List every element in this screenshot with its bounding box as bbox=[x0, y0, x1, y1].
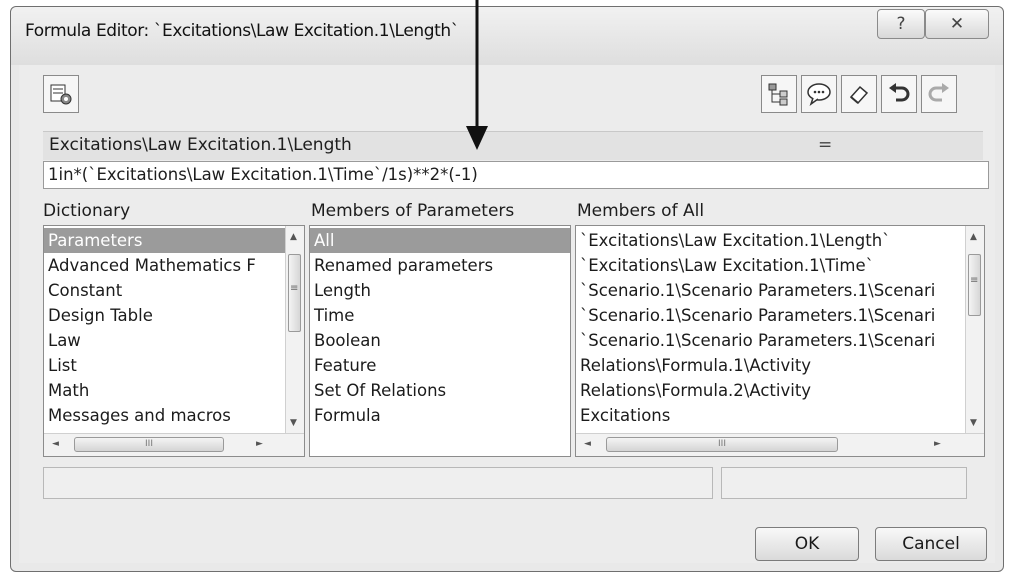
help-button[interactable]: ? bbox=[877, 9, 925, 39]
list-item[interactable]: Constant bbox=[44, 278, 286, 303]
ok-button[interactable]: OK bbox=[755, 527, 859, 561]
list-item[interactable]: Renamed parameters bbox=[310, 253, 570, 278]
scroll-thumb[interactable]: ≡ bbox=[288, 254, 301, 332]
speech-icon bbox=[807, 83, 831, 106]
members-of-all-label: Members of All bbox=[577, 201, 705, 221]
parameter-name-field: Excitations\Law Excitation.1\Length = bbox=[43, 131, 983, 160]
members-of-all-list[interactable]: `Excitations\Law Excitation.1\Length` `E… bbox=[575, 225, 985, 457]
scroll-up-arrow[interactable]: ▲ bbox=[290, 232, 297, 242]
grip-icon: ≡ bbox=[970, 275, 979, 286]
list-item[interactable]: Parameters bbox=[44, 228, 286, 253]
list-item[interactable]: Feature bbox=[310, 353, 570, 378]
list-item[interactable]: Set Of Relations bbox=[310, 378, 570, 403]
list-item[interactable]: List bbox=[44, 353, 286, 378]
list-item[interactable]: Formula bbox=[310, 403, 570, 428]
list-item[interactable]: Messages and macros bbox=[44, 403, 286, 428]
members-of-all-horizontal-scrollbar[interactable]: ◄ III ► bbox=[576, 433, 984, 456]
list-item[interactable]: Time bbox=[310, 303, 570, 328]
list-item[interactable]: Design Table bbox=[44, 303, 286, 328]
formula-editor-window: Formula Editor: `Excitations\Law Excitat… bbox=[10, 6, 1004, 572]
list-item[interactable]: `Scenario.1\Scenario Parameters.1\Scenar… bbox=[576, 278, 966, 303]
scroll-right-arrow[interactable]: ► bbox=[256, 439, 263, 449]
dictionary-label: Dictionary bbox=[43, 201, 131, 221]
members-of-parameters-list[interactable]: All Renamed parameters Length Time Boole… bbox=[309, 225, 571, 457]
list-item[interactable]: Math bbox=[44, 378, 286, 403]
redo-button[interactable] bbox=[921, 75, 957, 113]
status-field-right bbox=[721, 467, 967, 499]
list-item[interactable]: Law bbox=[44, 328, 286, 353]
list-item[interactable]: Relations\Formula.1\Activity bbox=[576, 353, 966, 378]
list-item[interactable]: All bbox=[310, 228, 570, 253]
formula-input[interactable]: 1in*(`Excitations\Law Excitation.1\Time`… bbox=[43, 161, 989, 189]
dictionary-vertical-scrollbar[interactable]: ▲ ≡ ▼ bbox=[285, 226, 304, 434]
dialog-client: Excitations\Law Excitation.1\Length = 1i… bbox=[19, 65, 995, 563]
status-field-left bbox=[43, 467, 713, 499]
scroll-thumb[interactable]: III bbox=[606, 437, 838, 452]
list-item[interactable]: Boolean bbox=[310, 328, 570, 353]
list-item[interactable]: Excitations bbox=[576, 403, 966, 428]
scroll-up-arrow[interactable]: ▲ bbox=[970, 232, 977, 242]
tree-button[interactable] bbox=[761, 75, 797, 113]
scroll-thumb[interactable]: ≡ bbox=[968, 254, 981, 316]
dictionary-list[interactable]: Parameters Advanced Mathematics F Consta… bbox=[43, 225, 305, 457]
list-item[interactable]: `Scenario.1\Scenario Parameters.1\Scenar… bbox=[576, 303, 966, 328]
cancel-button[interactable]: Cancel bbox=[875, 527, 987, 561]
undo-icon bbox=[889, 83, 910, 102]
dictionary-horizontal-scrollbar[interactable]: ◄ III ► bbox=[44, 433, 304, 456]
parameter-name: Excitations\Law Excitation.1\Length bbox=[49, 135, 352, 155]
list-item[interactable]: `Scenario.1\Scenario Parameters.1\Scenar… bbox=[576, 328, 966, 353]
comment-button[interactable] bbox=[801, 75, 837, 113]
scroll-down-arrow[interactable]: ▼ bbox=[290, 418, 297, 428]
scroll-thumb[interactable]: III bbox=[74, 437, 224, 452]
title-bar[interactable]: Formula Editor: `Excitations\Law Excitat… bbox=[11, 7, 1003, 65]
list-item[interactable]: Advanced Mathematics F bbox=[44, 253, 286, 278]
list-item[interactable]: Length bbox=[310, 278, 570, 303]
eraser-icon bbox=[849, 85, 869, 105]
annotation-arrow bbox=[466, 0, 488, 150]
close-button[interactable]: ✕ bbox=[925, 9, 989, 39]
scroll-down-arrow[interactable]: ▼ bbox=[970, 418, 977, 428]
tree-icon bbox=[768, 83, 788, 106]
undo-button[interactable] bbox=[881, 75, 917, 113]
equals-sign: = bbox=[818, 135, 833, 155]
list-item[interactable]: Relations\Formula.2\Activity bbox=[576, 378, 966, 403]
list-item[interactable]: `Excitations\Law Excitation.1\Length` bbox=[576, 228, 966, 253]
grip-icon: ≡ bbox=[290, 283, 299, 294]
scroll-left-arrow[interactable]: ◄ bbox=[584, 439, 591, 449]
erase-button[interactable] bbox=[841, 75, 877, 113]
list-item[interactable]: `Excitations\Law Excitation.1\Time` bbox=[576, 253, 966, 278]
members-of-parameters-label: Members of Parameters bbox=[311, 201, 515, 221]
formula-tool-button[interactable] bbox=[43, 75, 79, 113]
scroll-right-arrow[interactable]: ► bbox=[934, 439, 941, 449]
window-title: Formula Editor: `Excitations\Law Excitat… bbox=[25, 21, 459, 41]
formula-tool-icon bbox=[50, 84, 72, 105]
scroll-left-arrow[interactable]: ◄ bbox=[52, 439, 59, 449]
members-of-all-vertical-scrollbar[interactable]: ▲ ≡ ▼ bbox=[965, 226, 984, 434]
formula-text: 1in*(`Excitations\Law Excitation.1\Time`… bbox=[48, 165, 478, 184]
redo-icon bbox=[928, 83, 949, 102]
